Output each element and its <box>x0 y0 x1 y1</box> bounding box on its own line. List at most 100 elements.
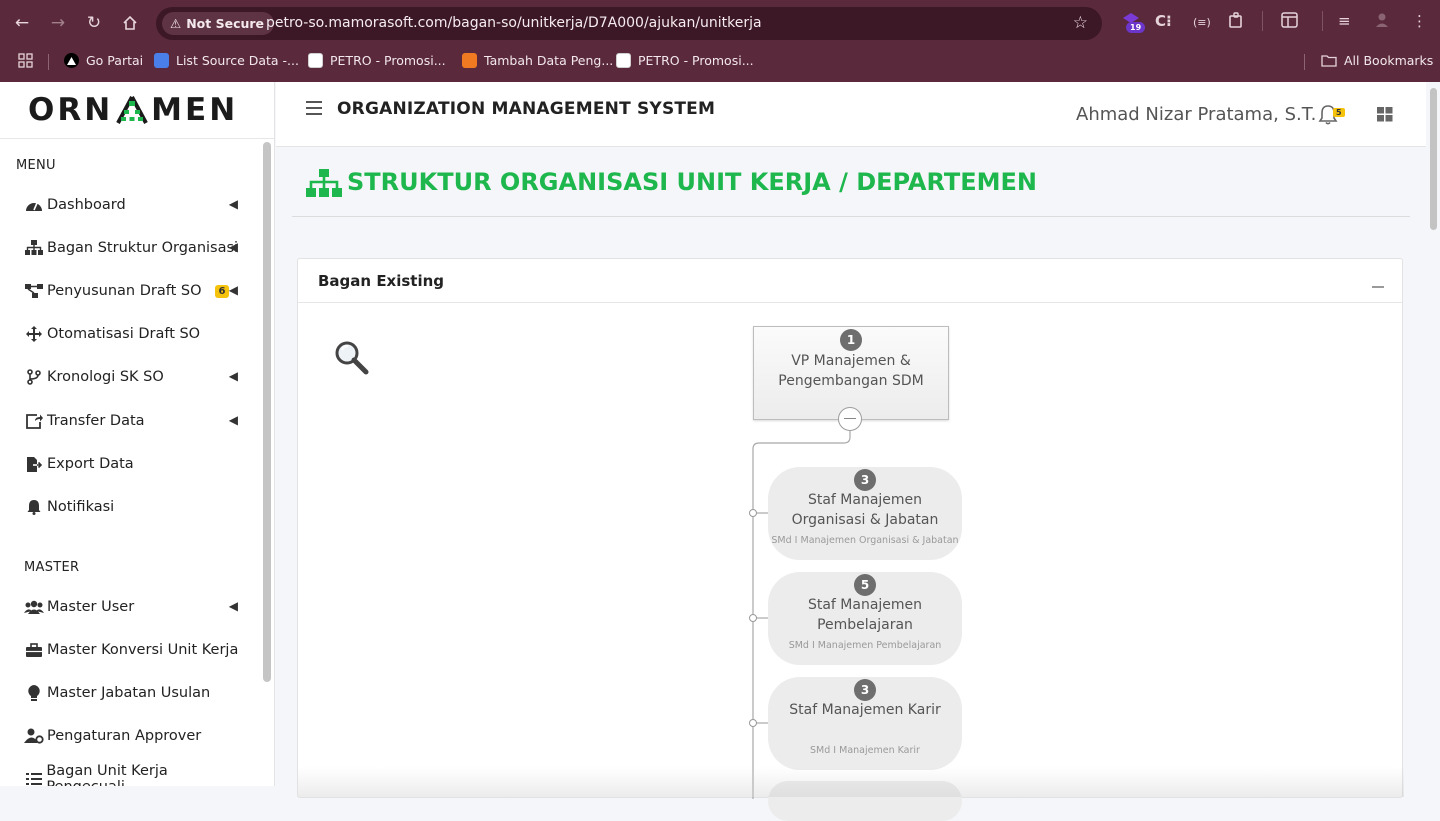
org-node-root[interactable]: 1 VP Manajemen & Pengembangan SDM <box>753 326 949 420</box>
node-title: Staf Manajemen Pembelajaran <box>807 597 923 633</box>
bookmark-label: PETRO - Promosi... <box>638 53 754 68</box>
sidebar-item-master-jabatan[interactable]: Master Jabatan Usulan <box>24 678 244 708</box>
bookmark-tambah-data[interactable]: Tambah Data Peng... <box>462 53 613 68</box>
bookmark-petro-1[interactable]: PETRO - Promosi... <box>308 53 446 68</box>
file-export-icon <box>24 456 44 473</box>
bookmark-label: List Source Data -... <box>176 53 299 68</box>
chevron-left-icon: ◀ <box>228 283 238 297</box>
bagan-existing-card: Bagan Existing 1 VP Manajemen & Pengemba… <box>297 258 1404 821</box>
bell-icon <box>24 499 44 515</box>
arrows-move-icon <box>24 326 44 342</box>
apps-icon[interactable] <box>18 53 33 68</box>
app-logo[interactable]: ORN MEN <box>28 92 238 128</box>
back-icon[interactable]: ← <box>10 11 34 35</box>
list-icon <box>24 772 43 787</box>
toolbar-divider <box>1262 11 1263 31</box>
url-text[interactable]: petro-so.mamorasoft.com/bagan-so/unitker… <box>266 15 762 31</box>
security-label: Not Secure <box>186 16 265 31</box>
sidebar-item-label: Master User <box>47 599 135 615</box>
chevron-left-icon: ◀ <box>228 599 238 613</box>
notification-badge: 5 <box>1333 108 1345 117</box>
sidebar-item-label: Export Data <box>47 456 134 472</box>
bookmarks-bar: Go Partai List Source Data -... PETRO - … <box>0 46 1440 76</box>
sidebar-item-bagan-struktur[interactable]: Bagan Struktur Organisasi ◀ <box>24 233 244 263</box>
lightbulb-icon <box>24 684 44 702</box>
bookmark-separator <box>48 54 49 70</box>
petro-logo-icon <box>308 53 323 68</box>
apps-grid-icon[interactable] <box>1377 107 1393 126</box>
extension-dots-icon[interactable]: (≡) <box>1193 16 1211 29</box>
sidebar-item-label: Kronologi SK SO <box>47 369 164 385</box>
browser-menu-icon[interactable]: ⋮ <box>1412 12 1427 30</box>
sidebar-scrollbar[interactable] <box>263 142 271 682</box>
puzzle-icon[interactable] <box>1228 12 1245 33</box>
chevron-left-icon: ◀ <box>228 369 238 383</box>
users-icon <box>24 600 44 615</box>
node-subtitle: SMd I Manajemen Karir <box>810 745 920 756</box>
sidebar-item-label: Dashboard <box>47 197 126 213</box>
extension-c-icon[interactable]: C⁝ <box>1155 12 1172 30</box>
bookmark-go-partai[interactable]: Go Partai <box>64 53 143 68</box>
sidebar-item-penyusunan-draft[interactable]: Penyusunan Draft SO 6 ◀ <box>24 276 244 306</box>
sidepanel-icon[interactable] <box>1281 12 1298 32</box>
node-subtitle: SMd I Manajemen Organisasi & Jabatan <box>771 535 959 546</box>
address-bar[interactable]: ⚠ Not Secure petro-so.mamorasoft.com/bag… <box>156 7 1102 40</box>
sidebar-item-kronologi[interactable]: Kronologi SK SO ◀ <box>24 362 244 392</box>
collapse-node-toggle[interactable] <box>838 407 862 431</box>
org-node-child[interactable]: 3 Staf Manajemen Karir SMd I Manajemen K… <box>768 677 962 770</box>
bookmark-separator <box>1304 54 1305 70</box>
sidebar-item-label: Bagan Struktur Organisasi <box>47 240 239 256</box>
orange-app-icon <box>462 53 477 68</box>
sidebar-item-master-user[interactable]: Master User ◀ <box>24 592 244 622</box>
sidebar: ORN MEN MENU Dashboard ◀ Bagan Struktur … <box>0 82 275 786</box>
chevron-left-icon: ◀ <box>228 197 238 211</box>
sidebar-item-label: Bagan Unit Kerja Pengecuali <box>46 763 168 786</box>
bookmark-list-source[interactable]: List Source Data -... <box>154 53 299 68</box>
node-count-badge: 5 <box>854 574 876 596</box>
profile-avatar-icon[interactable] <box>1374 12 1390 32</box>
system-title: ORGANIZATION MANAGEMENT SYSTEM <box>337 99 716 119</box>
sidebar-item-notifikasi[interactable]: Notifikasi <box>24 492 244 522</box>
main-scrollbar[interactable] <box>1430 88 1437 230</box>
logo-text-right: MEN <box>151 92 239 128</box>
project-diagram-icon <box>24 283 44 299</box>
logo-area: ORN MEN <box>0 82 274 139</box>
petro-logo-icon <box>616 53 631 68</box>
count-badge: 6 <box>214 284 230 298</box>
forward-icon[interactable]: → <box>46 11 70 35</box>
toolbox-icon <box>24 642 44 658</box>
bookmark-petro-2[interactable]: PETRO - Promosi... <box>616 53 754 68</box>
logo-text-left: ORN <box>28 92 114 128</box>
home-icon[interactable] <box>118 11 142 35</box>
bookmark-label: Go Partai <box>86 53 144 68</box>
sidebar-item-export-data[interactable]: Export Data <box>24 449 244 479</box>
reload-icon[interactable]: ↻ <box>82 11 106 35</box>
bottom-shadow <box>298 767 1404 797</box>
node-title: Staf Manajemen Organisasi & Jabatan <box>791 492 939 528</box>
reading-list-icon[interactable]: ≡ <box>1338 12 1351 30</box>
org-tree-logo-icon <box>115 95 149 125</box>
docs-icon <box>154 53 169 68</box>
org-node-child[interactable]: 3 Staf Manajemen Organisasi & Jabatan SM… <box>768 467 962 560</box>
bookmark-star-icon[interactable]: ☆ <box>1073 13 1088 33</box>
sidebar-item-transfer-data[interactable]: Transfer Data ◀ <box>24 406 244 436</box>
security-chip[interactable]: ⚠ Not Secure <box>162 12 275 35</box>
all-bookmarks[interactable]: All Bookmarks <box>1321 53 1433 68</box>
folder-icon <box>1321 55 1337 67</box>
page-title-bar: STRUKTUR ORGANISASI UNIT KERJA / DEPARTE… <box>292 150 1410 217</box>
connector-dot <box>749 719 757 727</box>
sidebar-item-pengaturan-approver[interactable]: Pengaturan Approver <box>24 721 244 751</box>
user-name[interactable]: Ahmad Nizar Pratama, S.T. <box>1076 104 1316 125</box>
warning-icon: ⚠ <box>170 16 182 31</box>
sidebar-item-dashboard[interactable]: Dashboard ◀ <box>24 190 244 220</box>
share-square-icon <box>24 413 44 429</box>
hamburger-menu-icon[interactable] <box>306 101 322 115</box>
org-node-child[interactable]: 5 Staf Manajemen Pembelajaran SMd I Mana… <box>768 572 962 665</box>
master-heading: MASTER <box>24 560 80 575</box>
sidebar-item-master-konversi[interactable]: Master Konversi Unit Kerja <box>24 635 244 665</box>
sidebar-item-otomatisasi[interactable]: Otomatisasi Draft SO <box>24 319 244 349</box>
triangle-icon <box>64 53 79 68</box>
node-count-badge: 3 <box>854 679 876 701</box>
sidebar-item-bagan-pengecualian[interactable]: Bagan Unit Kerja Pengecuali <box>24 763 244 787</box>
node-subtitle: SMd I Manajemen Pembelajaran <box>788 640 942 651</box>
